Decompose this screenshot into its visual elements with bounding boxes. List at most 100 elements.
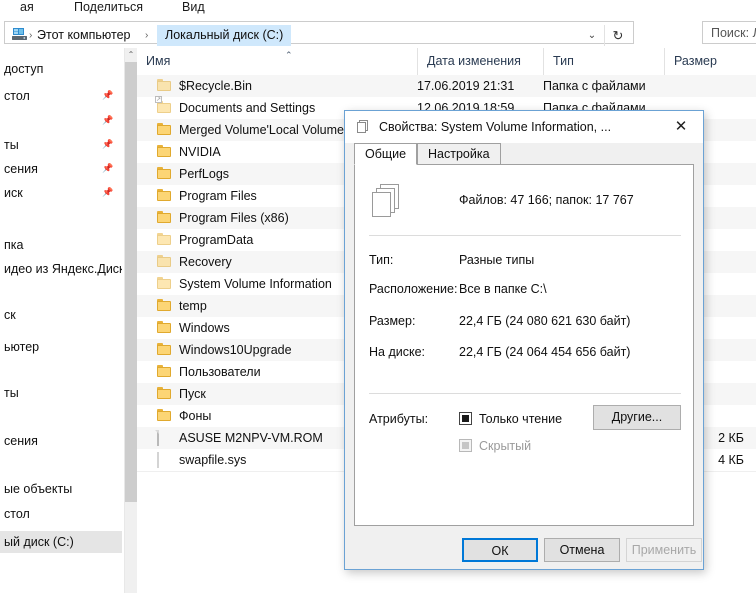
folder-icon xyxy=(157,299,172,312)
nav-item[interactable]: доступ xyxy=(0,58,122,80)
nav-item[interactable]: иск 📌 xyxy=(0,182,122,204)
search-input[interactable]: Поиск: Локал xyxy=(702,21,756,44)
pin-icon[interactable]: 📌 xyxy=(102,114,114,126)
file-name: NVIDIA xyxy=(179,145,221,159)
navigation-pane: доступ стол 📌 📌 ты 📌 сения 📌 иск 📌 пка идео из Янде… xyxy=(0,48,122,593)
column-header-type[interactable]: Тип xyxy=(543,48,664,75)
file-name: Пуск xyxy=(179,387,206,401)
file-name: Пользователи xyxy=(179,365,261,379)
nav-item-label: сения xyxy=(4,162,38,176)
nav-item[interactable]: сения 📌 xyxy=(0,158,122,180)
file-name: ProgramData xyxy=(179,233,254,247)
tab-general[interactable]: Общие xyxy=(354,143,418,165)
nav-item-label: стол xyxy=(4,89,30,103)
dialog-titlebar: Свойства: System Volume Information, ...… xyxy=(345,111,703,143)
pin-icon[interactable]: 📌 xyxy=(102,89,114,101)
nav-item[interactable]: ты 📌 xyxy=(0,134,122,156)
pin-icon[interactable]: 📌 xyxy=(102,138,114,150)
folder-icon xyxy=(157,145,172,158)
file-name: Program Files (x86) xyxy=(179,211,289,225)
nav-item-label: ьютер xyxy=(4,340,40,354)
dialog-general-page: Файлов: 47 166; папок: 17 767 Тип: Разны… xyxy=(354,164,694,526)
ribbon-tab-home[interactable]: ая xyxy=(20,0,34,16)
tab-customize[interactable]: Настройка xyxy=(417,143,501,165)
folder-icon xyxy=(157,189,172,202)
breadcrumb-this-pc[interactable]: Этот компьютер xyxy=(37,25,130,46)
apply-button[interactable]: Применить xyxy=(626,538,702,562)
folder-icon xyxy=(157,343,172,356)
file-type: Папка с файлами xyxy=(543,79,646,93)
label-attributes: Атрибуты: xyxy=(369,412,429,426)
label-location: Расположение: xyxy=(369,282,458,296)
table-row[interactable]: $Recycle.Bin 17.06.2019 21:31 Папка с файл… xyxy=(137,75,756,98)
close-icon[interactable]: ✕ xyxy=(659,111,703,142)
nav-item-label: ый диск (C:) xyxy=(4,535,74,549)
properties-dialog: Свойства: System Volume Information, ...… xyxy=(344,110,704,570)
folder-icon xyxy=(157,123,172,136)
nav-item-label: ты xyxy=(4,138,19,152)
column-header-row: Имя ⌃ Дата изменения Тип Размер xyxy=(137,48,756,76)
checkbox-hidden-label: Скрытый xyxy=(479,439,532,453)
file-folder-counts: Файлов: 47 166; папок: 17 767 xyxy=(459,193,634,207)
value-size-on-disk: 22,4 ГБ (24 064 454 656 байт) xyxy=(459,345,631,359)
checkbox-readonly-box[interactable] xyxy=(459,412,472,425)
scroll-up-arrow-icon[interactable]: ⌃ xyxy=(125,48,137,62)
chevron-down-icon[interactable]: ⌄ xyxy=(583,26,601,46)
file-name: temp xyxy=(179,299,207,313)
nav-item-label: ые объекты xyxy=(4,482,73,496)
ribbon-tab-share[interactable]: Поделиться xyxy=(74,0,143,16)
scrollbar-thumb[interactable] xyxy=(125,62,137,502)
ribbon-tab-view[interactable]: Вид xyxy=(182,0,205,16)
nav-item[interactable]: ые объекты xyxy=(0,478,122,500)
multi-file-icon xyxy=(355,119,371,135)
file-name: $Recycle.Bin xyxy=(179,79,252,93)
file-name: Program Files xyxy=(179,189,257,203)
folder-icon xyxy=(157,167,172,180)
nav-item-label: доступ xyxy=(4,62,44,76)
address-bar[interactable]: › Этот компьютер › Локальный диск (C:) ⌄… xyxy=(4,21,634,46)
nav-item[interactable]: стол 📌 xyxy=(0,85,122,107)
folder-icon xyxy=(157,233,172,246)
nav-item[interactable]: стол xyxy=(0,503,122,525)
nav-item[interactable]: ск xyxy=(0,304,122,326)
nav-item[interactable]: 📌 xyxy=(0,110,122,132)
other-attributes-button[interactable]: Другие... xyxy=(593,405,681,430)
label-type: Тип: xyxy=(369,253,394,267)
label-size-on-disk: На диске: xyxy=(369,345,426,359)
nav-item[interactable]: ый диск (C:) xyxy=(0,531,122,553)
breadcrumb-separator-2: › xyxy=(145,30,149,41)
folder-icon xyxy=(157,387,172,400)
cancel-button[interactable]: Отмена xyxy=(544,538,620,562)
nav-item[interactable]: идео из Яндекс.Диска xyxy=(0,258,122,280)
value-size: 22,4 ГБ (24 080 621 630 байт) xyxy=(459,314,631,328)
navigation-scrollbar[interactable]: ⌃ xyxy=(124,48,137,593)
checkbox-hidden-box[interactable] xyxy=(459,439,472,452)
nav-item[interactable]: пка xyxy=(0,234,122,256)
address-bar-row: › Этот компьютер › Локальный диск (C:) ⌄… xyxy=(0,18,756,48)
refresh-icon[interactable]: ↻ xyxy=(604,25,631,46)
nav-item-label: сения xyxy=(4,434,38,448)
ok-button[interactable]: ОК xyxy=(462,538,538,562)
folder-icon xyxy=(157,211,172,224)
folder-icon xyxy=(157,277,172,290)
folder-icon xyxy=(157,255,172,268)
nav-item-label: ск xyxy=(4,308,16,322)
file-name: Recovery xyxy=(179,255,232,269)
divider-top xyxy=(369,235,681,236)
nav-item[interactable]: сения xyxy=(0,430,122,452)
nav-item[interactable]: ты xyxy=(0,382,122,404)
column-header-date[interactable]: Дата изменения xyxy=(417,48,543,75)
breadcrumb-local-disk-c[interactable]: Локальный диск (C:) xyxy=(157,25,292,46)
column-header-name[interactable]: Имя xyxy=(137,48,417,75)
system-file-icon xyxy=(157,452,172,468)
pin-icon[interactable]: 📌 xyxy=(102,162,114,174)
nav-item-label: ты xyxy=(4,386,19,400)
nav-item-label: пка xyxy=(4,238,24,252)
pin-icon[interactable]: 📌 xyxy=(102,186,114,198)
column-header-size[interactable]: Размер xyxy=(664,48,756,75)
nav-item[interactable]: ьютер xyxy=(0,336,122,358)
this-pc-icon xyxy=(12,27,28,41)
file-name: Merged Volume'Local Volume xyxy=(179,123,344,137)
ribbon-tabs: ая Поделиться Вид xyxy=(0,0,756,18)
nav-item-label: стол xyxy=(4,507,30,521)
